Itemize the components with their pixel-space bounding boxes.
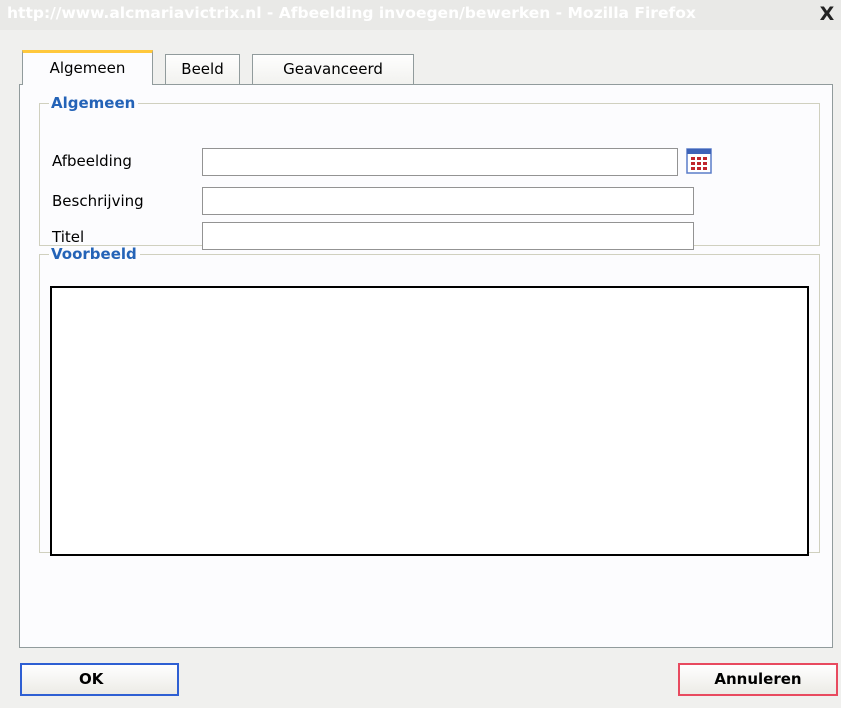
browse-icon[interactable] (686, 148, 712, 174)
title-label: Titel (52, 228, 85, 246)
description-label: Beschrijving (52, 192, 144, 210)
close-icon[interactable]: X (816, 3, 838, 25)
tab-algemeen[interactable]: Algemeen (22, 50, 153, 85)
image-url-input[interactable] (202, 148, 678, 176)
general-fieldset: Algemeen Afbeelding Beschrijving Titel (39, 94, 820, 250)
description-input[interactable] (202, 187, 694, 215)
image-label: Afbeelding (52, 152, 132, 170)
window-title: http://www.alcmariavictrix.nl - Afbeeldi… (7, 4, 696, 22)
preview-legend: Voorbeeld (51, 245, 137, 263)
title-bar: http://www.alcmariavictrix.nl - Afbeeldi… (0, 0, 841, 30)
tab-geavanceerd[interactable]: Geavanceerd (252, 54, 414, 84)
preview-area (50, 286, 809, 556)
ok-button[interactable]: OK (20, 663, 179, 696)
general-legend: Algemeen (51, 94, 136, 112)
tab-panel: Algemeen Afbeelding Beschrijving Titel V… (19, 84, 833, 648)
tab-beeld[interactable]: Beeld (165, 54, 240, 84)
preview-fieldset: Voorbeeld (39, 245, 820, 556)
cancel-button[interactable]: Annuleren (678, 663, 838, 696)
